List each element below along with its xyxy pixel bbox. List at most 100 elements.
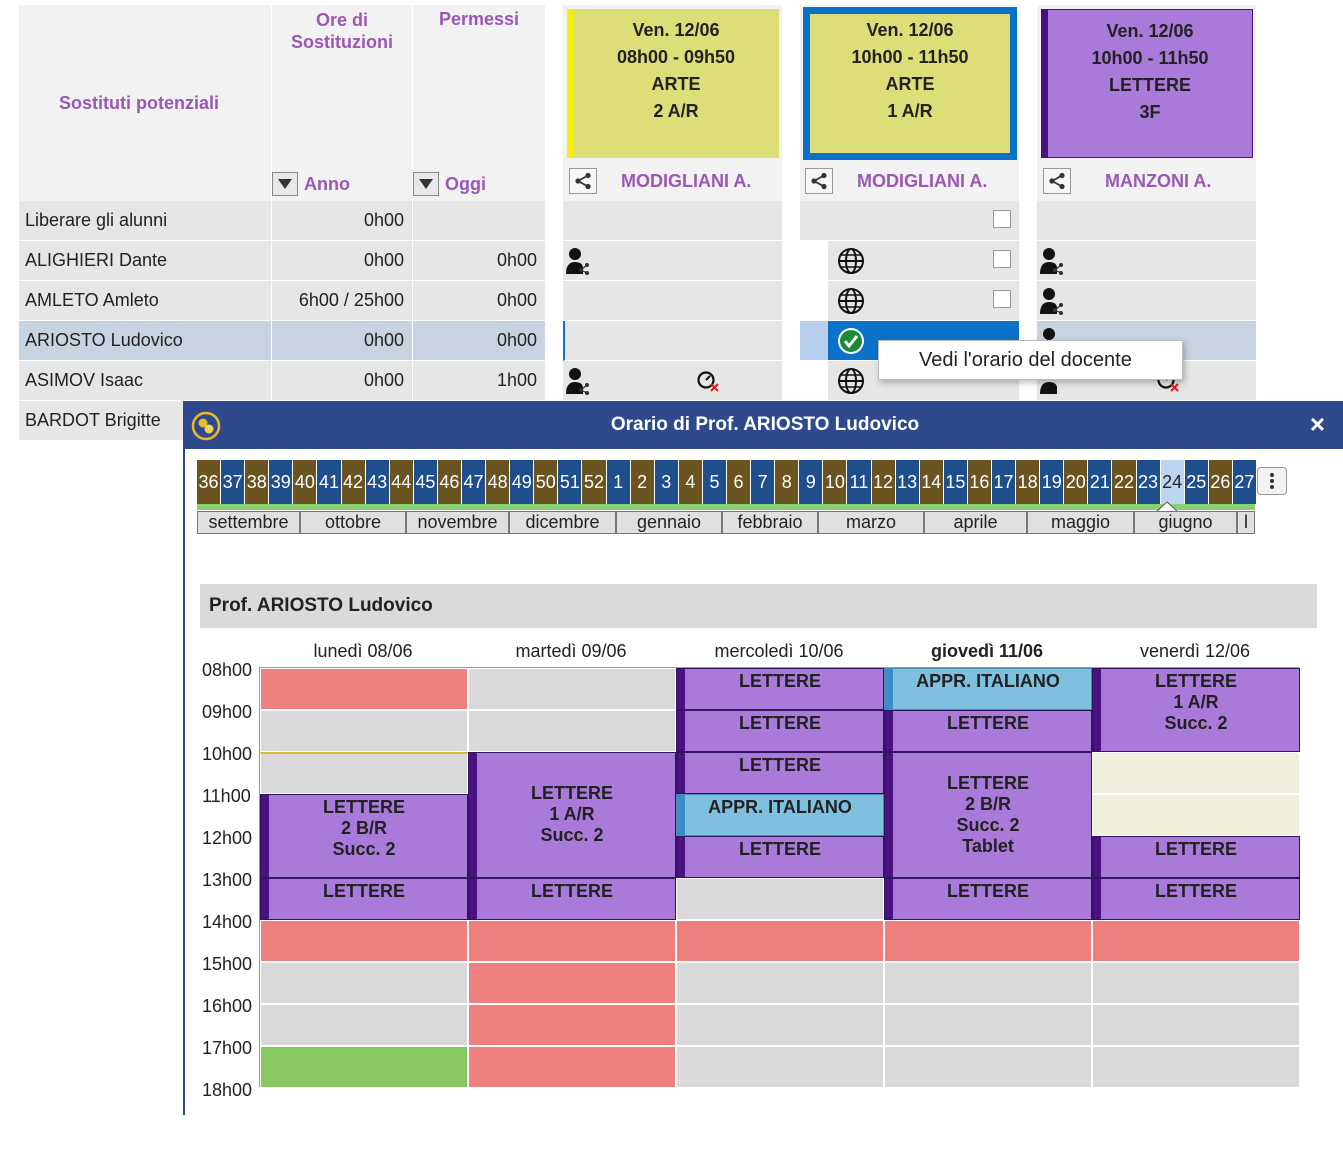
sort-oggi-button[interactable] [413,172,439,196]
week-item[interactable]: 5 [702,460,727,504]
week-item[interactable]: 52 [582,460,607,504]
week-item[interactable]: 37 [221,460,246,504]
row-course-3-cell[interactable] [1037,281,1256,321]
month-item[interactable]: dicembre [509,511,616,534]
sort-oggi[interactable]: Oggi [413,172,486,196]
share-icon[interactable] [569,168,597,194]
week-item[interactable]: 50 [534,460,559,504]
globe-icon[interactable] [837,247,865,275]
week-item[interactable]: 23 [1136,460,1161,504]
week-item[interactable]: 6 [727,460,752,504]
month-item[interactable]: novembre [406,511,509,534]
row-course-2-cell[interactable] [800,281,1019,321]
week-item[interactable]: 10 [823,460,848,504]
week-item[interactable]: 1 [606,460,631,504]
lesson-block-appr[interactable]: APPR. ITALIANO [884,668,1092,710]
month-item[interactable]: settembre [197,511,300,534]
week-item[interactable]: 20 [1064,460,1089,504]
week-item[interactable]: 17 [992,460,1017,504]
sort-anno-button[interactable] [272,172,298,196]
week-item[interactable]: 46 [437,460,462,504]
row-course-2-cell[interactable] [800,201,1019,241]
month-item[interactable]: febbraio [722,511,818,534]
substitute-person-icon[interactable] [565,367,591,395]
lesson-block[interactable]: LETTERE [676,668,884,710]
lesson-block[interactable]: LETTERE [1092,836,1300,878]
month-item[interactable]: ottobre [300,511,406,534]
lesson-block[interactable]: LETTERE [468,878,676,920]
lesson-block[interactable]: LETTERE [676,836,884,878]
week-item[interactable]: 3 [654,460,679,504]
week-item[interactable]: 27 [1232,460,1257,504]
checkbox[interactable] [993,290,1011,308]
row-course-1-cell[interactable] [563,241,782,281]
month-item[interactable]: giugno [1134,511,1237,534]
lesson-block[interactable]: LETTERE 1 A/R Succ. 2 [468,752,676,878]
month-item[interactable]: gennaio [616,511,722,534]
globe-icon[interactable] [837,367,865,395]
week-item[interactable]: 18 [1016,460,1041,504]
lesson-block[interactable]: LETTERE [260,878,468,920]
lesson-block[interactable]: LETTERE [676,710,884,752]
week-item[interactable]: 22 [1112,460,1137,504]
week-item[interactable]: 39 [269,460,294,504]
week-item[interactable]: 48 [486,460,511,504]
course-card-3[interactable]: Ven. 12/06 10h00 - 11h50 LETTERE 3F [1041,9,1253,158]
week-item[interactable]: 24 [1160,460,1185,504]
month-item[interactable]: maggio [1027,511,1134,534]
week-item[interactable]: 49 [510,460,535,504]
lesson-block[interactable]: LETTERE 2 B/R Succ. 2 Tablet [884,752,1092,878]
week-item[interactable]: 13 [895,460,920,504]
lesson-block-appr[interactable]: APPR. ITALIANO [676,794,884,836]
row-course-1-cell[interactable] [563,281,782,321]
course-card-1[interactable]: Ven. 12/06 08h00 - 09h50 ARTE 2 A/R [567,9,779,158]
week-item[interactable]: 47 [462,460,487,504]
substitute-person-icon[interactable] [1039,247,1065,275]
checkbox[interactable] [993,250,1011,268]
week-item[interactable]: 8 [775,460,800,504]
month-item[interactable]: l [1237,511,1255,534]
sort-anno[interactable]: Anno [272,172,350,196]
week-item[interactable]: 40 [293,460,318,504]
more-options-icon[interactable] [1257,467,1287,495]
week-item[interactable]: 12 [871,460,896,504]
checkbox[interactable] [993,210,1011,228]
week-item[interactable]: 2 [630,460,655,504]
globe-icon[interactable] [837,287,865,315]
week-item[interactable]: 4 [678,460,703,504]
week-item[interactable]: 9 [799,460,824,504]
week-item[interactable]: 44 [389,460,414,504]
week-item[interactable]: 43 [365,460,390,504]
week-item[interactable]: 41 [317,460,342,504]
week-item[interactable]: 36 [197,460,222,504]
substitute-person-icon[interactable] [565,247,591,275]
row-course-2-cell[interactable] [800,241,1019,281]
row-course-1-cell[interactable] [563,361,782,401]
week-item[interactable]: 19 [1040,460,1065,504]
week-item[interactable]: 51 [558,460,583,504]
month-item[interactable]: marzo [818,511,924,534]
week-item[interactable]: 15 [943,460,968,504]
week-item[interactable]: 16 [967,460,992,504]
week-item[interactable]: 26 [1208,460,1233,504]
close-icon[interactable]: × [1310,409,1325,440]
row-course-3-cell[interactable] [1037,201,1256,241]
course-card-2[interactable]: Ven. 12/06 10h00 - 11h50 ARTE 1 A/R [803,7,1017,160]
month-item[interactable]: aprile [924,511,1027,534]
row-course-1-cell[interactable] [563,201,782,241]
week-item[interactable]: 14 [919,460,944,504]
share-icon[interactable] [805,168,833,194]
row-course-1-cell[interactable] [563,321,782,361]
lesson-block[interactable]: LETTERE [884,878,1092,920]
week-item[interactable]: 7 [751,460,776,504]
week-item[interactable]: 21 [1088,460,1113,504]
week-item[interactable]: 25 [1184,460,1209,504]
lesson-block[interactable]: LETTERE [1092,878,1300,920]
week-item[interactable]: 42 [341,460,366,504]
week-item[interactable]: 38 [245,460,270,504]
context-menu-item-view-timetable[interactable]: Vedi l'orario del docente [919,349,1132,372]
lesson-block[interactable]: LETTERE 1 A/R Succ. 2 [1092,668,1300,752]
week-item[interactable]: 11 [847,460,872,504]
check-circle-icon[interactable] [837,327,865,355]
share-icon[interactable] [1043,168,1071,194]
